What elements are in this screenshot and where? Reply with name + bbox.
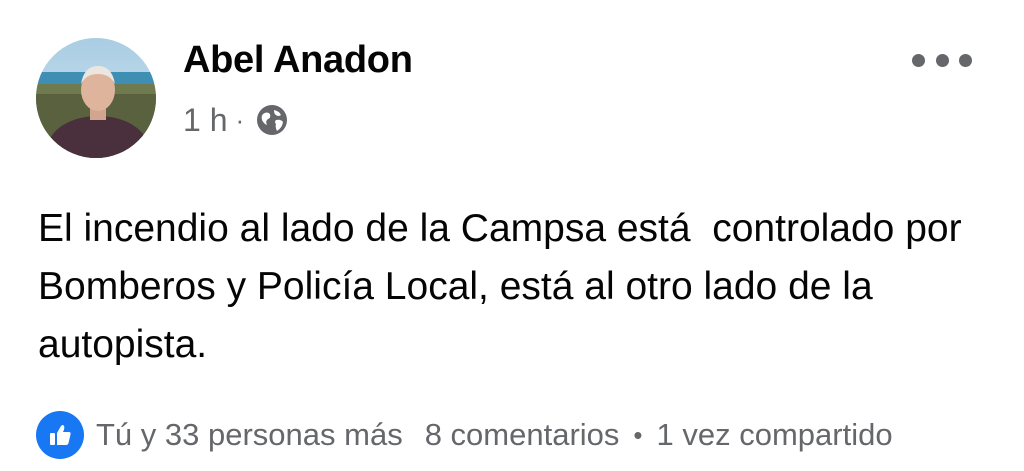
- reactions-count[interactable]: Tú y 33 personas más: [96, 417, 403, 453]
- author-name[interactable]: Abel Anadon: [183, 36, 413, 84]
- more-dot: [912, 53, 925, 67]
- post-timestamp[interactable]: 1 h: [183, 102, 227, 139]
- meta-separator: ·: [235, 104, 245, 135]
- facebook-post: Abel Anadon 1 h · El incendio al lado de…: [0, 0, 1024, 471]
- post-footer: Tú y 33 personas más 8 comentarios • 1 v…: [36, 410, 996, 460]
- avatar-photo: [36, 38, 156, 158]
- more-dot: [959, 53, 972, 67]
- post-text: El incendio al lado de la Campsa está co…: [38, 207, 973, 366]
- shares-count[interactable]: 1 vez compartido: [657, 417, 893, 453]
- comments-count[interactable]: 8 comentarios: [425, 417, 620, 453]
- author-avatar[interactable]: [36, 38, 156, 158]
- like-icon[interactable]: [36, 411, 84, 459]
- more-horizontal-icon[interactable]: [912, 48, 972, 72]
- post-meta: 1 h ·: [183, 98, 290, 142]
- more-dot: [935, 53, 949, 67]
- globe-icon[interactable]: [254, 102, 290, 138]
- footer-separator: •: [633, 419, 643, 450]
